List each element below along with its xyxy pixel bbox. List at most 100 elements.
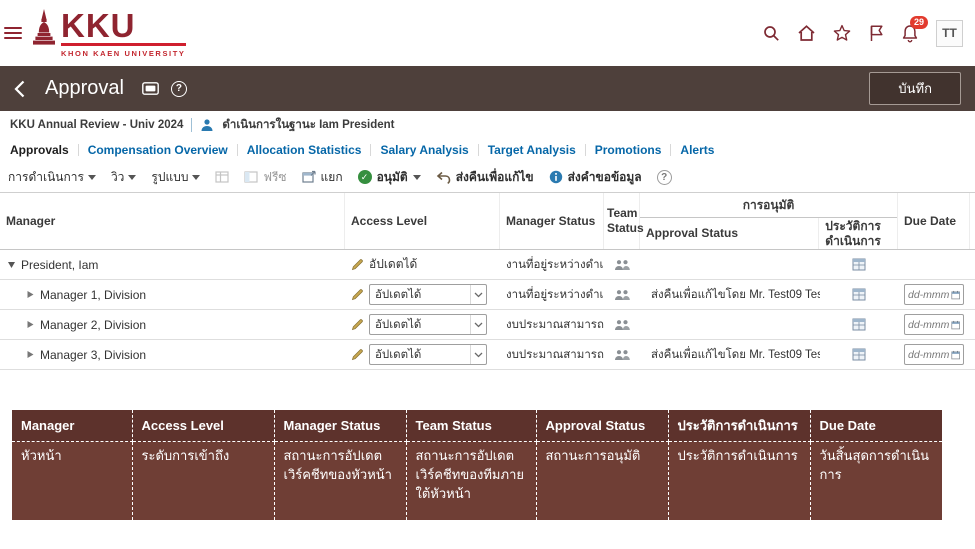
chevron-down-icon (413, 175, 421, 180)
tab-alerts[interactable]: Alerts (671, 144, 723, 156)
due-date-field (904, 344, 964, 365)
acting-as-text: ดำเนินการในฐานะ Iam President (222, 116, 394, 134)
actions-menu[interactable]: การดำเนินการ (8, 168, 96, 187)
page-title: Approval (45, 77, 124, 100)
glossary-value: ประวัติการดำเนินการ (668, 442, 810, 520)
tab-salary-analysis[interactable]: Salary Analysis (371, 144, 478, 156)
chevron-down-icon (88, 175, 96, 180)
approvals-table: Manager Access Level Manager Status Team… (0, 193, 975, 370)
team-icon[interactable] (614, 259, 631, 271)
search-icon[interactable] (762, 24, 780, 42)
logo-text: KKU (61, 9, 186, 46)
person-icon (200, 118, 214, 132)
col-header-due-date: Due Date (898, 193, 970, 249)
hamburger-menu-icon[interactable] (4, 27, 22, 39)
view-menu[interactable]: วิว (111, 168, 136, 187)
manager-name: President, Iam (21, 258, 98, 272)
avatar[interactable]: TT (936, 20, 963, 47)
approve-label: อนุมัติ (377, 168, 408, 187)
manager-name: Manager 2, Division (40, 318, 146, 332)
detach-button[interactable]: แยก (302, 168, 343, 187)
team-icon[interactable] (614, 319, 631, 331)
access-level-value: อัปเดตได้ (370, 346, 470, 364)
context-row: KKU Annual Review - Univ 2024 ดำเนินการใ… (0, 111, 975, 138)
detach-label: แยก (321, 168, 343, 187)
home-icon[interactable] (797, 24, 816, 42)
manager-status-value: งานที่อยู่ระหว่างดำเนินการ (500, 250, 604, 279)
expand-arrow-icon[interactable] (25, 290, 35, 299)
manager-status-value: งบประมาณสามารถใช้ได้ (500, 340, 604, 369)
freeze-label: ฟรีซ (263, 168, 286, 187)
calendar-icon[interactable] (951, 349, 960, 361)
approve-button[interactable]: ✓ อนุมัติ (358, 168, 421, 187)
due-date-input[interactable] (908, 319, 949, 331)
tab-promotions[interactable]: Promotions (586, 144, 672, 156)
access-level-select[interactable]: อัปเดตได้ (369, 344, 487, 365)
chevron-down-icon (470, 285, 486, 304)
access-level-select[interactable]: อัปเดตได้ (369, 284, 487, 305)
format-menu-label: รูปแบบ (151, 168, 188, 187)
history-icon[interactable] (852, 288, 866, 301)
glossary-header: Access Level (132, 410, 274, 442)
glossary-value: ระดับการเข้าถึง (132, 442, 274, 520)
history-icon[interactable] (852, 318, 866, 331)
edit-icon (351, 258, 364, 271)
approve-check-icon: ✓ (358, 170, 372, 184)
team-icon[interactable] (614, 349, 631, 361)
col-header-manager-status: Manager Status (500, 193, 604, 249)
favorites-star-icon[interactable] (833, 24, 851, 42)
tab-allocation-statistics[interactable]: Allocation Statistics (238, 144, 372, 156)
page-titlebar: Approval ? บันทึก (0, 66, 975, 111)
kku-logo[interactable]: KKU KHON KAEN UNIVERSITY (32, 9, 186, 58)
col-header-access-level: Access Level (345, 193, 500, 249)
expand-arrow-icon[interactable] (25, 350, 35, 359)
table-row: Manager 3, Division อัปเดตได้ งบประมาณสา… (0, 340, 975, 370)
tab-target-analysis[interactable]: Target Analysis (479, 144, 586, 156)
team-icon[interactable] (614, 289, 631, 301)
export-icon[interactable] (215, 170, 229, 184)
glossary-value: สถานะการอนุมัติ (536, 442, 668, 520)
table-toolbar: การดำเนินการ วิว รูปแบบ ฟรีซ แยก ✓ อนุมั… (0, 162, 975, 193)
glossary-header: ประวัติการดำเนินการ (668, 410, 810, 442)
format-menu[interactable]: รูปแบบ (151, 168, 200, 187)
toolbar-help-icon[interactable]: ? (657, 170, 672, 185)
approval-status-value: ส่งคืนเพื่อแก้ไขโดย Mr. Test09 Test09 (651, 346, 820, 364)
detach-icon (302, 170, 316, 184)
chevron-down-icon (192, 175, 200, 180)
due-date-input[interactable] (908, 349, 949, 361)
calendar-icon[interactable] (951, 289, 960, 301)
approval-status-cell (640, 310, 820, 339)
back-icon[interactable] (14, 80, 25, 98)
media-icon[interactable] (142, 82, 159, 95)
save-button[interactable]: บันทึก (869, 72, 961, 105)
access-level-value: อัปเดตได้ (370, 316, 470, 334)
access-level-select[interactable]: อัปเดตได้ (369, 314, 487, 335)
table-row: Manager 1, Division อัปเดตได้ งานที่อยู่… (0, 280, 975, 310)
history-icon[interactable] (852, 258, 866, 271)
freeze-icon (244, 170, 258, 184)
table-row: Manager 2, Division อัปเดตได้ งบประมาณสา… (0, 310, 975, 340)
table-header: Manager Access Level Manager Status Team… (0, 193, 975, 250)
calendar-icon[interactable] (951, 319, 960, 331)
freeze-button[interactable]: ฟรีซ (244, 168, 286, 187)
approval-status-cell (640, 250, 820, 279)
global-header: KKU KHON KAEN UNIVERSITY 29 TT (0, 0, 975, 66)
due-date-input[interactable] (908, 289, 949, 301)
history-icon[interactable] (852, 348, 866, 361)
watchlist-flag-icon[interactable] (868, 24, 884, 42)
glossary-header: Manager Status (274, 410, 406, 442)
collapse-arrow-icon[interactable] (6, 260, 16, 269)
page-help-icon[interactable]: ? (171, 81, 187, 97)
return-for-correction-button[interactable]: ส่งคืนเพื่อแก้ไข (436, 168, 534, 187)
tab-approvals[interactable]: Approvals (10, 144, 79, 156)
notifications-bell-icon[interactable]: 29 (901, 24, 919, 43)
due-date-field (904, 284, 964, 305)
tab-compensation-overview[interactable]: Compensation Overview (79, 144, 238, 156)
glossary-header: Manager (12, 410, 132, 442)
logo-subtitle: KHON KAEN UNIVERSITY (61, 49, 186, 58)
glossary-value: หัวหน้า (12, 442, 132, 520)
request-information-button[interactable]: ส่งคำขอข้อมูล (549, 168, 642, 187)
glossary-header: Approval Status (536, 410, 668, 442)
access-level-value: อัปเดตได้ (369, 255, 417, 274)
expand-arrow-icon[interactable] (25, 320, 35, 329)
